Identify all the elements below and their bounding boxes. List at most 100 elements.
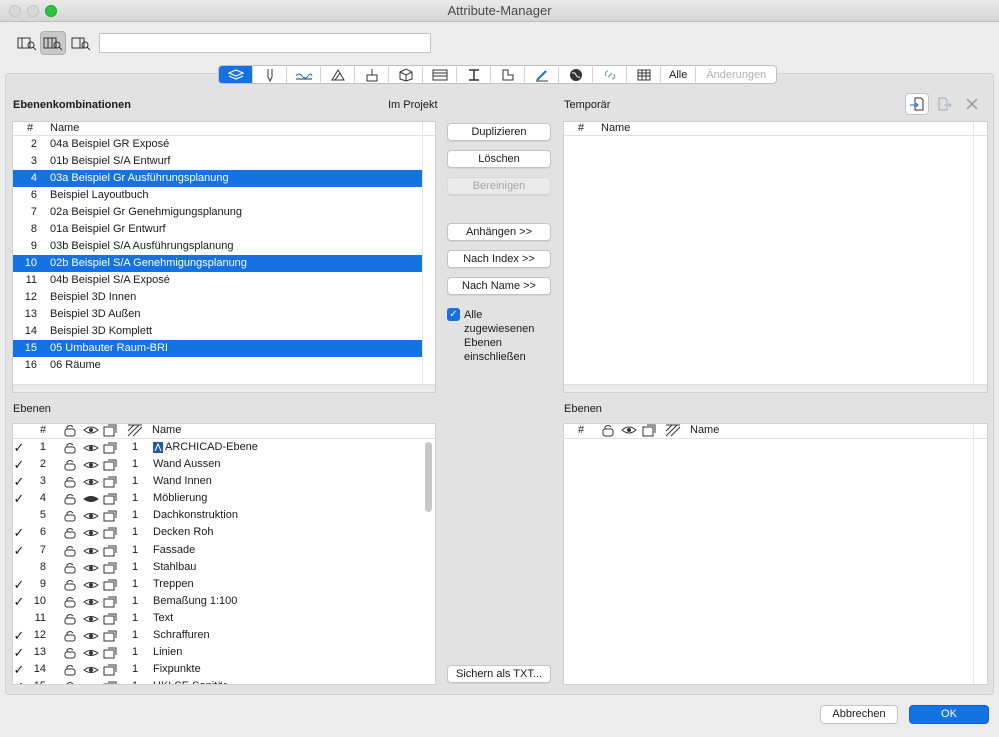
save-txt-button[interactable]: Sichern als TXT... <box>447 665 551 683</box>
lock-icon[interactable] <box>63 476 77 488</box>
by-name-button[interactable]: Nach Name >> <box>447 277 551 295</box>
xref-icon[interactable] <box>103 647 117 659</box>
eye-icon[interactable] <box>83 442 99 454</box>
layer-row[interactable]: 11 1 Text <box>13 610 435 627</box>
tab-all[interactable]: Alle <box>661 66 697 83</box>
lock-icon[interactable] <box>63 459 77 471</box>
eye-icon[interactable] <box>83 562 99 574</box>
xref-icon[interactable] <box>103 527 117 539</box>
layer-row[interactable]: 8 1 Stahlbau <box>13 559 435 576</box>
layer-row[interactable]: ✓ 4 1 Möblierung <box>13 490 435 507</box>
lock-icon[interactable] <box>63 527 77 539</box>
layer-check[interactable]: ✓ <box>13 490 25 507</box>
layer-row[interactable]: ✓ 14 1 Fixpunkte <box>13 661 435 678</box>
right-layers-list[interactable]: # Name <box>563 423 988 685</box>
lock-icon[interactable] <box>63 647 77 659</box>
layer-check[interactable]: ✓ <box>13 627 25 644</box>
tab-building-materials[interactable] <box>389 66 423 83</box>
lock-icon[interactable] <box>63 545 77 557</box>
xref-icon[interactable] <box>103 664 117 676</box>
list-item[interactable]: 12 Beispiel 3D Innen <box>13 289 435 306</box>
layer-row[interactable]: ✓ 2 1 Wand Aussen <box>13 456 435 473</box>
cancel-button[interactable]: Abbrechen <box>820 705 898 724</box>
col-num[interactable]: # <box>27 122 33 134</box>
list-item[interactable]: 7 02a Beispiel Gr Genehmigungsplanung <box>13 204 435 221</box>
layer-check[interactable]: ✓ <box>13 661 25 678</box>
lock-icon[interactable] <box>63 562 77 574</box>
tab-fills[interactable] <box>321 66 355 83</box>
vertical-scrollbar[interactable] <box>425 442 432 512</box>
tab-composites[interactable] <box>355 66 389 83</box>
eye-icon[interactable] <box>83 630 99 642</box>
tab-properties[interactable] <box>627 66 661 83</box>
list-item[interactable]: 11 04b Beispiel S/A Exposé <box>13 272 435 289</box>
layer-row[interactable]: ✓ 12 1 Schraffuren <box>13 627 435 644</box>
layer-row[interactable]: ✓ 10 1 Bemaßung 1:100 <box>13 593 435 610</box>
col-num[interactable]: # <box>40 424 46 436</box>
eye-icon[interactable] <box>83 647 99 659</box>
lock-icon[interactable] <box>63 596 77 608</box>
xref-icon[interactable] <box>103 579 117 591</box>
list-item[interactable]: 8 01a Beispiel Gr Entwurf <box>13 221 435 238</box>
layer-check[interactable]: ✓ <box>13 456 25 473</box>
duplicate-button[interactable]: Duplizieren <box>447 123 551 141</box>
tab-profiles[interactable] <box>457 66 491 83</box>
lock-icon[interactable] <box>63 613 77 625</box>
ok-button[interactable]: OK <box>909 705 989 724</box>
lock-icon[interactable] <box>63 442 77 454</box>
layer-check[interactable]: ✓ <box>13 473 25 490</box>
tab-line-types[interactable] <box>287 66 321 83</box>
layer-row[interactable]: ✓ 3 1 Wand Innen <box>13 473 435 490</box>
xref-icon[interactable] <box>103 493 117 505</box>
view-mode-1-button[interactable] <box>14 31 40 55</box>
tab-layers[interactable] <box>219 66 253 83</box>
layer-check[interactable]: ✓ <box>13 678 25 684</box>
delete-button[interactable]: Löschen <box>447 150 551 168</box>
layer-row[interactable]: ✓ 1 1 ARCHICAD-Ebene <box>13 439 435 456</box>
eye-icon[interactable] <box>83 493 99 505</box>
xref-icon[interactable] <box>103 681 117 685</box>
col-num[interactable]: # <box>578 424 584 436</box>
lock-icon[interactable] <box>63 510 77 522</box>
tab-markups[interactable] <box>593 66 627 83</box>
append-button[interactable]: Anhängen >> <box>447 223 551 241</box>
xref-icon[interactable] <box>103 562 117 574</box>
xref-icon[interactable] <box>103 596 117 608</box>
col-name[interactable]: Name <box>50 122 79 134</box>
xref-icon[interactable] <box>103 630 117 642</box>
eye-icon[interactable] <box>83 664 99 676</box>
layer-check[interactable]: ✓ <box>13 439 25 456</box>
xref-icon[interactable] <box>103 613 117 625</box>
layer-row[interactable]: ✓ 15 1 HKLSE Sanitär <box>13 678 435 685</box>
layer-row[interactable]: ✓ 9 1 Treppen <box>13 576 435 593</box>
eye-icon[interactable] <box>83 510 99 522</box>
tab-operation-profiles[interactable] <box>559 66 593 83</box>
lock-icon[interactable] <box>63 630 77 642</box>
layer-combinations-list[interactable]: # Name 2 04a Beispiel GR Exposé 3 01b Beis… <box>12 121 436 393</box>
lock-icon[interactable] <box>63 664 77 676</box>
temporary-list[interactable]: # Name <box>563 121 988 393</box>
search-input[interactable] <box>99 33 431 53</box>
lock-icon[interactable] <box>63 681 77 685</box>
eye-icon[interactable] <box>83 579 99 591</box>
tab-zones[interactable] <box>491 66 525 83</box>
col-num[interactable]: # <box>578 122 584 134</box>
horizontal-scrollbar[interactable] <box>13 384 435 392</box>
tab-surfaces[interactable] <box>423 66 457 83</box>
list-item[interactable]: 2 04a Beispiel GR Exposé <box>13 136 435 153</box>
layer-check[interactable]: ✓ <box>13 644 25 661</box>
col-name[interactable]: Name <box>690 424 719 436</box>
eye-icon[interactable] <box>83 596 99 608</box>
lock-icon[interactable] <box>63 579 77 591</box>
list-item[interactable]: 16 06 Räume <box>13 357 435 374</box>
list-item[interactable]: 9 03b Beispiel S/A Ausführungsplanung <box>13 238 435 255</box>
layers-list[interactable]: # Name ✓ 1 1 ARCHICAD-Ebene ✓ 2 1 Wand Aussen ✓ 3… <box>12 423 436 685</box>
minimize-window-button[interactable] <box>27 5 39 17</box>
xref-icon[interactable] <box>103 510 117 522</box>
list-item-selected[interactable]: 4 03a Beispiel Gr Ausführungsplanung <box>13 170 422 187</box>
list-item-selected[interactable]: 15 05 Umbauter Raum-BRI <box>13 340 422 357</box>
list-item[interactable]: 6 Beispiel Layoutbuch <box>13 187 435 204</box>
col-name[interactable]: Name <box>152 424 181 436</box>
list-item[interactable]: 13 Beispiel 3D Außen <box>13 306 435 323</box>
xref-icon[interactable] <box>103 545 117 557</box>
